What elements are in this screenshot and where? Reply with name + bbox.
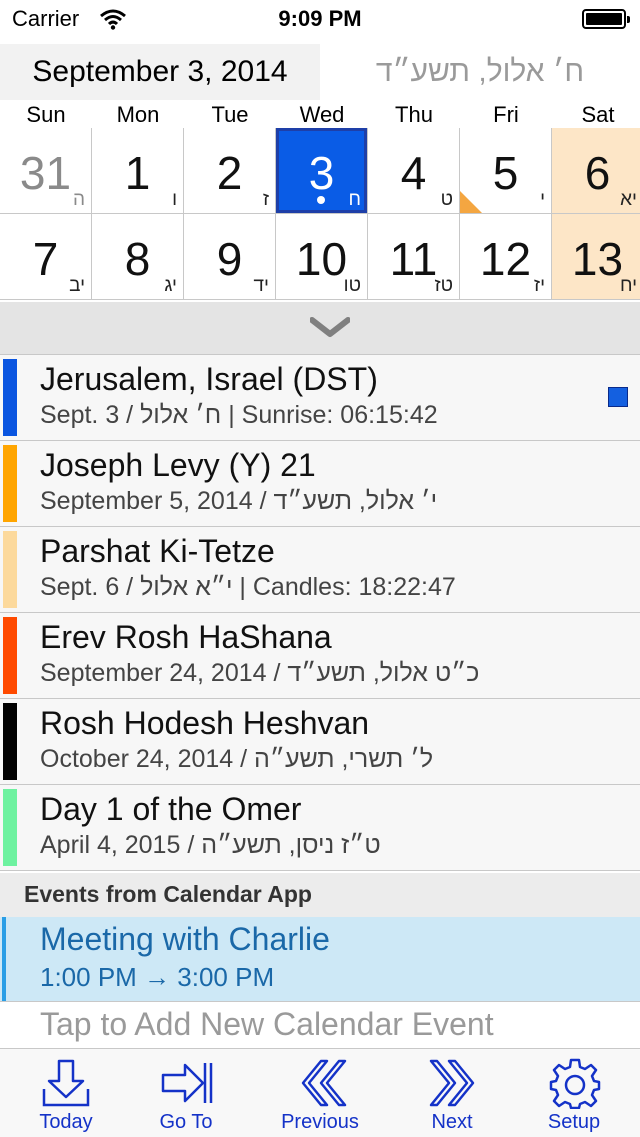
tab-go-to[interactable]: Go To bbox=[122, 1049, 250, 1137]
day-cell[interactable]: 5 י bbox=[460, 128, 552, 214]
event-title: Day 1 of the Omer bbox=[40, 791, 302, 827]
add-event-prompt: Tap to Add New Calendar Event bbox=[40, 1006, 494, 1042]
day-cell[interactable]: 7 יב bbox=[0, 214, 92, 300]
list-item[interactable]: Joseph Levy (Y) 21 September 5, 2014 / י… bbox=[0, 441, 640, 527]
hebrew-day: טו bbox=[343, 275, 361, 296]
double-chevron-right-icon bbox=[429, 1059, 475, 1107]
weekday-label: Sat bbox=[581, 102, 615, 127]
day-cell[interactable]: 11 טז bbox=[368, 214, 460, 300]
weekday-label: Wed bbox=[299, 102, 345, 127]
chevron-down-icon bbox=[310, 317, 350, 337]
hebrew-day: ה bbox=[72, 189, 85, 210]
weekday-label: Sun bbox=[26, 102, 66, 127]
hebrew-day: יא bbox=[620, 189, 637, 210]
hebrew-day: י bbox=[540, 189, 545, 210]
event-color-bar bbox=[3, 531, 17, 608]
event-subtitle: September 24, 2014 / כ״ט אלול, תשע״ד bbox=[40, 659, 480, 687]
day-number: 1 bbox=[124, 147, 151, 199]
day-cell[interactable]: 2 ז bbox=[184, 128, 276, 214]
event-title: Rosh Hodesh Heshvan bbox=[40, 705, 370, 741]
tab-today[interactable]: Today bbox=[2, 1049, 130, 1137]
day-cell-today[interactable]: 3 ח bbox=[276, 128, 368, 214]
event-title: Parshat Ki-Tetze bbox=[40, 533, 275, 569]
weekday-label: Fri bbox=[493, 102, 519, 127]
section-title: Events from Calendar App bbox=[24, 881, 312, 907]
event-color-bar bbox=[3, 359, 17, 436]
hebrew-day: ט bbox=[440, 189, 453, 210]
date-header: September 3, 2014 ח׳ אלול, תשע״ד bbox=[0, 44, 640, 100]
day-cell-saturday[interactable]: 6 יא bbox=[552, 128, 640, 214]
event-list: Jerusalem, Israel (DST) Sept. 3 / ח׳ אלו… bbox=[0, 355, 640, 871]
list-item[interactable]: Erev Rosh HaShana September 24, 2014 / כ… bbox=[0, 613, 640, 699]
hebrew-day: יז bbox=[533, 275, 545, 296]
day-cell-saturday[interactable]: 13 יח bbox=[552, 214, 640, 300]
event-subtitle: Sept. 3 / ח׳ אלול | Sunrise: 06:15:42 bbox=[40, 401, 438, 429]
day-cell[interactable]: 12 יז bbox=[460, 214, 552, 300]
tab-bar: Today Go To Previous Next Setup bbox=[0, 1048, 640, 1137]
tab-label: Setup bbox=[547, 1111, 601, 1133]
event-corner-marker bbox=[460, 191, 482, 213]
hebrew-day: ח bbox=[348, 189, 361, 210]
hebrew-day: ז bbox=[262, 189, 269, 210]
list-item[interactable]: Parshat Ki-Tetze Sept. 6 / י״א אלול | Ca… bbox=[0, 527, 640, 613]
download-arrow-icon bbox=[42, 1059, 90, 1107]
list-item[interactable]: Rosh Hodesh Heshvan October 24, 2014 / ל… bbox=[0, 699, 640, 785]
goto-arrow-icon bbox=[161, 1063, 213, 1103]
weekday-label: Thu bbox=[395, 102, 433, 127]
weekday-label: Tue bbox=[211, 102, 249, 127]
event-color-bar bbox=[2, 917, 6, 1001]
event-subtitle: October 24, 2014 / ל׳ תשרי, תשע״ה bbox=[40, 745, 434, 773]
event-subtitle: September 5, 2014 / י׳ אלול, תשע״ד bbox=[40, 487, 438, 515]
location-marker-icon bbox=[608, 387, 628, 407]
expand-calendar-bar[interactable] bbox=[0, 302, 640, 355]
calendar-app-section-header: Events from Calendar App bbox=[0, 873, 640, 917]
hebrew-day: ו bbox=[172, 189, 177, 210]
event-dot bbox=[317, 196, 325, 204]
event-color-bar bbox=[3, 703, 17, 780]
hebrew-day: טז bbox=[434, 275, 453, 296]
day-cell[interactable]: 4 ט bbox=[368, 128, 460, 214]
hebrew-date-tab[interactable]: ח׳ אלול, תשע״ד bbox=[320, 44, 640, 100]
battery-icon bbox=[582, 9, 630, 29]
hebrew-day: יב bbox=[69, 275, 85, 296]
day-cell[interactable]: 8 יג bbox=[92, 214, 184, 300]
weekday-label: Mon bbox=[116, 102, 160, 127]
status-bar: Carrier 9:09 PM bbox=[0, 0, 640, 40]
hebrew-day: יח bbox=[619, 275, 637, 296]
gregorian-date-tab[interactable]: September 3, 2014 bbox=[0, 44, 320, 100]
event-title: Jerusalem, Israel (DST) bbox=[40, 361, 378, 397]
list-item[interactable]: Jerusalem, Israel (DST) Sept. 3 / ח׳ אלו… bbox=[0, 355, 640, 441]
day-cell[interactable]: 9 יד bbox=[184, 214, 276, 300]
event-time: 1:00 PM → 3:00 PM bbox=[40, 962, 275, 992]
hebrew-day: יד bbox=[253, 275, 269, 296]
status-time: 9:09 PM bbox=[278, 6, 362, 31]
day-cell[interactable]: 10 טו bbox=[276, 214, 368, 300]
event-title: Joseph Levy (Y) 21 bbox=[40, 447, 316, 483]
tab-setup[interactable]: Setup bbox=[510, 1049, 638, 1137]
tab-previous[interactable]: Previous bbox=[256, 1049, 384, 1137]
calendar-grid: 31 ה 1 ו 2 ז 3 ח 4 ט 5 י 6 יא 7 יב 8 יג … bbox=[0, 128, 640, 302]
list-item[interactable]: Day 1 of the Omer April 4, 2015 / ט״ז ני… bbox=[0, 785, 640, 871]
add-calendar-event-row[interactable]: Tap to Add New Calendar Event bbox=[0, 1002, 640, 1048]
tab-label: Next bbox=[431, 1111, 473, 1133]
double-chevron-left-icon bbox=[301, 1059, 347, 1107]
event-title: Meeting with Charlie bbox=[40, 921, 330, 957]
event-color-bar bbox=[3, 445, 17, 522]
gear-icon bbox=[549, 1058, 601, 1109]
tab-label: Previous bbox=[281, 1111, 359, 1133]
day-cell[interactable]: 1 ו bbox=[92, 128, 184, 214]
day-number: 2 bbox=[216, 147, 243, 199]
hebrew-day: יג bbox=[164, 275, 177, 296]
event-subtitle: Sept. 6 / י״א אלול | Candles: 18:22:47 bbox=[40, 573, 456, 601]
weekday-labels: Sun Mon Tue Wed Thu Fri Sat bbox=[0, 100, 640, 130]
tab-next[interactable]: Next bbox=[388, 1049, 516, 1137]
tab-label: Go To bbox=[159, 1111, 213, 1133]
calendar-app-event[interactable]: Meeting with Charlie 1:00 PM → 3:00 PM bbox=[0, 917, 640, 1002]
event-title: Erev Rosh HaShana bbox=[40, 619, 332, 655]
event-color-bar bbox=[3, 617, 17, 694]
day-cell[interactable]: 31 ה bbox=[0, 128, 92, 214]
tab-label: Today bbox=[39, 1111, 93, 1133]
event-subtitle: April 4, 2015 / ט״ז ניסן, תשע״ה bbox=[40, 831, 381, 859]
event-color-bar bbox=[3, 789, 17, 866]
